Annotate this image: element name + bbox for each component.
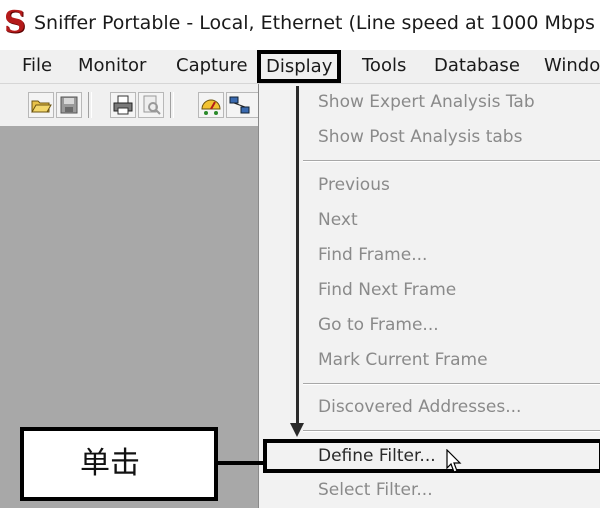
menu-item-show-post-analysis-tabs[interactable]: Show Post Analysis tabs [318,125,522,149]
toolbar-separator [170,92,174,118]
print-preview-icon[interactable] [138,92,164,118]
menu-item-discovered-addresses[interactable]: Discovered Addresses... [318,395,521,419]
toolbar [0,84,262,127]
menu-item-mark-current-frame[interactable]: Mark Current Frame [318,348,488,372]
menu-item-next[interactable]: Next [318,208,358,232]
annotation-arrowhead [290,423,304,437]
sniffer-logo-icon: S [4,5,26,40]
menu-separator [303,160,600,162]
menu-item-find-frame[interactable]: Find Frame... [318,243,427,267]
menu-window[interactable]: Windo [544,52,600,80]
annotation-arrow-line [296,86,299,431]
dashboard-icon[interactable] [198,92,224,118]
toolbar-separator [88,92,92,118]
menu-monitor[interactable]: Monitor [78,52,146,80]
menu-item-select-filter[interactable]: Select Filter... [318,478,433,502]
window-title: Sniffer Portable - Local, Ethernet (Line… [34,12,595,34]
menu-display[interactable]: Display [257,50,342,83]
menu-separator [303,430,600,432]
menu-tools[interactable]: Tools [362,52,406,80]
menu-database[interactable]: Database [434,52,520,80]
menu-capture[interactable]: Capture [176,52,248,80]
open-folder-icon[interactable] [28,92,54,118]
annotation-callout: 单击 [20,427,218,501]
menu-bar: File Monitor Capture Display Tools Datab… [0,50,600,84]
mouse-cursor-icon [446,448,464,479]
network-icon[interactable] [226,92,260,118]
menu-item-go-to-frame[interactable]: Go to Frame... [318,313,439,337]
menu-item-previous[interactable]: Previous [318,173,390,197]
menu-file[interactable]: File [22,52,52,80]
menu-item-find-next-frame[interactable]: Find Next Frame [318,278,456,302]
annotation-connector [218,461,264,465]
title-bar: S Sniffer Portable - Local, Ethernet (Li… [0,0,600,50]
save-icon[interactable] [56,92,82,118]
menu-item-show-expert-analysis-tab[interactable]: Show Expert Analysis Tab [318,90,535,114]
display-menu-dropdown: Show Expert Analysis Tab Show Post Analy… [258,84,600,508]
menu-separator [303,383,600,385]
print-icon[interactable] [110,92,136,118]
menu-item-define-filter[interactable]: Define Filter... [263,439,600,473]
